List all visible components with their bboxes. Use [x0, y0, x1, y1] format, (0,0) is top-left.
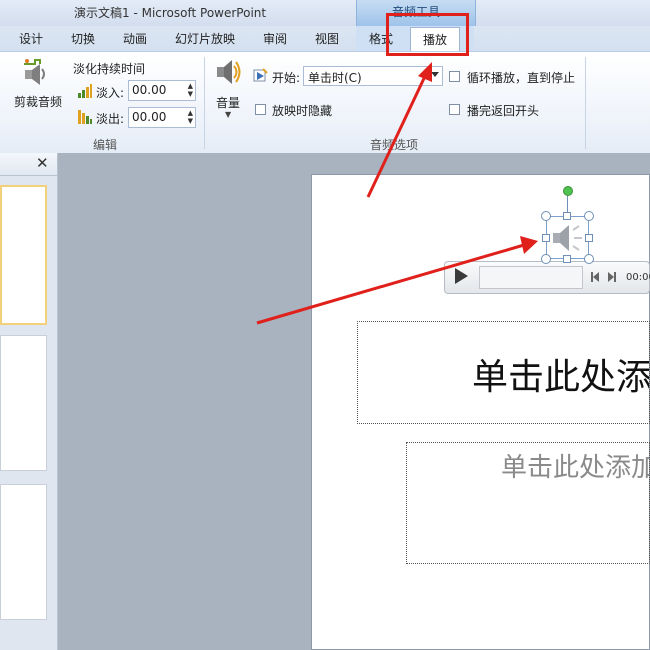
annotation-arrow-line: [256, 243, 525, 325]
annotation-arrows: [256, 62, 538, 325]
annotation-arrow-line: [366, 71, 429, 198]
annotation-arrowhead: [418, 62, 432, 82]
annotation-arrowhead: [520, 236, 538, 254]
